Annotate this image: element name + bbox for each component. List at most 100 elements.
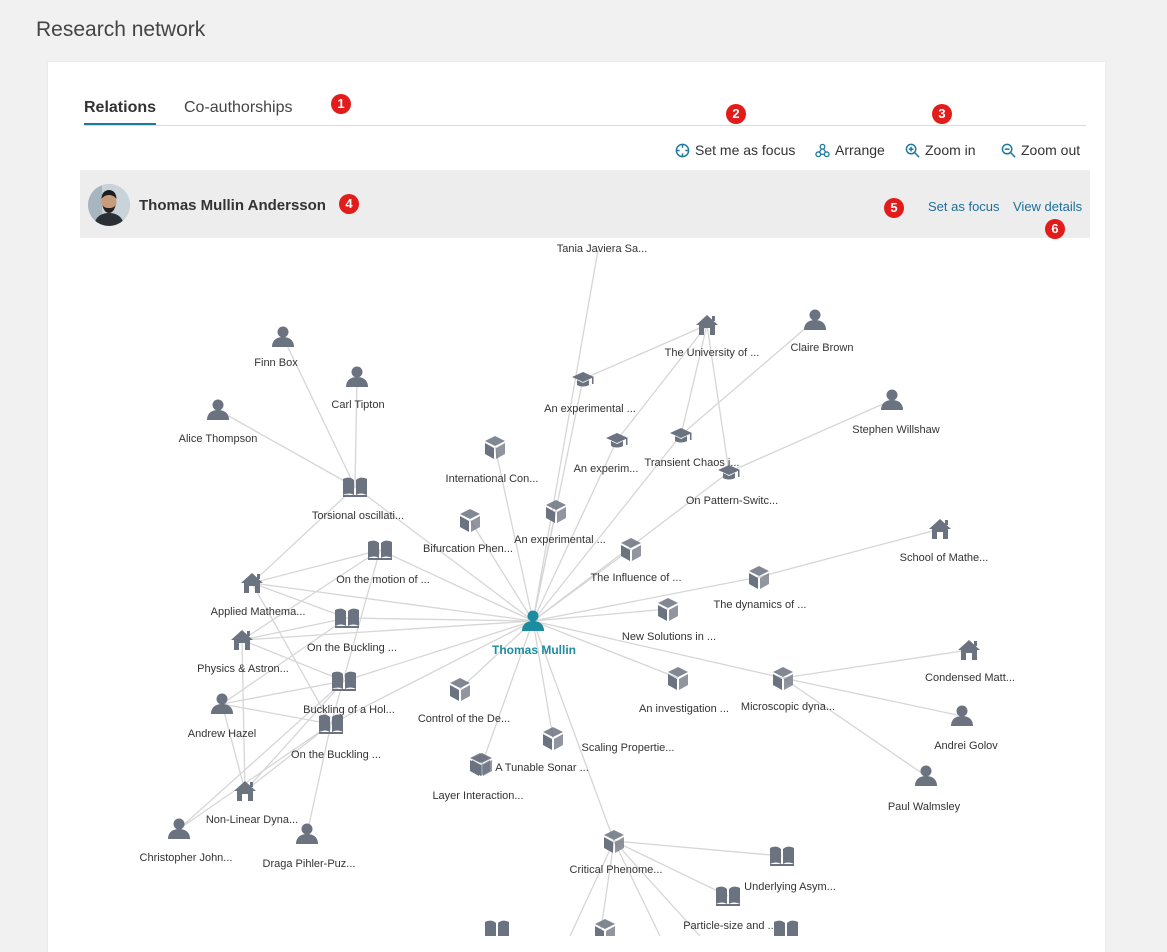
- graph-edge: [532, 510, 557, 622]
- graph-node-label: Paul Walmsley: [888, 801, 961, 813]
- graph-node-label: Andrei Golov: [934, 740, 998, 752]
- graph-edge: [532, 620, 554, 739]
- graph-node-label: Bifurcation Phen...: [423, 543, 513, 555]
- graph-node-label: Alice Thompson: [179, 433, 258, 445]
- graph-node-none[interactable]: Tania Javiera Sa...: [557, 243, 648, 255]
- graph-edge: [217, 409, 356, 488]
- graph-node-project[interactable]: Bifurcation Phen...: [423, 509, 513, 555]
- graph-edge: [354, 376, 358, 488]
- graph-node-label: Tania Javiera Sa...: [557, 243, 648, 255]
- graph-center-label: Thomas Mullin: [492, 643, 576, 657]
- graph-edge: [532, 249, 599, 622]
- graph-node-project[interactable]: International Con...: [446, 436, 539, 485]
- graph-node-person[interactable]: Andrew Hazel: [188, 693, 256, 741]
- graph-node-label: Finn Box: [254, 357, 298, 369]
- graph-node-label: On the Buckling ...: [291, 749, 381, 761]
- graph-node-thesis[interactable]: On Pattern-Switc...: [686, 465, 778, 507]
- graph-node-project[interactable]: An investigation ...: [639, 667, 729, 715]
- graph-node-person[interactable]: Stephen Willshaw: [852, 389, 940, 437]
- graph-node-label: The University of ...: [665, 347, 760, 359]
- graph-node-label: An experimental ...: [514, 534, 606, 546]
- graph-node-label: Control of the De...: [418, 713, 510, 725]
- organisation-icon: [929, 519, 951, 539]
- person-icon: [296, 823, 318, 844]
- graph-node-project[interactable]: Scaling Propertie...: [543, 727, 674, 754]
- graph-node-label: Non-Linear Dyna...: [206, 814, 298, 826]
- graph-node-organisation[interactable]: Applied Mathema...: [211, 573, 306, 618]
- graph-node-project[interactable]: Control of the De...: [418, 678, 510, 725]
- organisation-icon: [234, 781, 256, 801]
- graph-node-label: On the Buckling ...: [307, 642, 397, 654]
- graph-node-person[interactable]: Carl Tipton: [331, 366, 385, 412]
- graph-node-project[interactable]: An experimental ...: [514, 500, 606, 546]
- graph-node-project[interactable]: Critical Phenome...: [570, 830, 663, 876]
- person-icon: [804, 309, 826, 330]
- graph-node-label: Claire Brown: [791, 342, 854, 354]
- graph-node-label: Underlying Asym...: [744, 881, 836, 893]
- person-icon: [272, 326, 294, 347]
- graph-node-book[interactable]: Buckling of a Hol...: [303, 671, 395, 716]
- graph-node-label: School of Mathe...: [900, 552, 989, 564]
- graph-edge: [241, 549, 381, 641]
- book-icon: [774, 920, 798, 936]
- graph-node-book[interactable]: On the Buckling ...: [291, 714, 381, 761]
- graph-node-person[interactable]: Finn Box: [254, 326, 298, 370]
- organisation-icon: [241, 573, 263, 593]
- graph-node-label: An experim...: [574, 463, 639, 475]
- graph-node-label: A Tunable Sonar ...: [495, 762, 589, 774]
- organisation-icon: [958, 640, 980, 660]
- graph-node-label: Physics & Astron...: [197, 663, 289, 675]
- graph-node-label: Layer Interaction...: [432, 790, 523, 802]
- graph-node-person[interactable]: Claire Brown: [791, 309, 854, 355]
- graph-node-project[interactable]: New Solutions in ...: [622, 598, 716, 643]
- graph-node-person[interactable]: Paul Walmsley: [888, 765, 961, 814]
- graph-node-label: Stephen Willshaw: [852, 424, 939, 436]
- graph-node-label: On the motion of ...: [336, 574, 430, 586]
- project-icon: [543, 727, 563, 750]
- graph-node-project[interactable]: Microscopic dyna...: [741, 667, 835, 713]
- graph-node-organisation[interactable]: Physics & Astron...: [197, 630, 289, 675]
- graph-edge: [532, 608, 669, 622]
- graph-node-label: On Pattern-Switc...: [686, 495, 778, 507]
- project-icon: [668, 667, 688, 690]
- thesis-icon: [670, 428, 692, 443]
- graph-node-organisation[interactable]: School of Mathe...: [900, 519, 989, 564]
- graph-edge: [728, 399, 893, 473]
- graph-node-label: Condensed Matt...: [925, 672, 1015, 684]
- graph-node-thesis[interactable]: An experim...: [574, 433, 639, 475]
- person-icon: [207, 399, 229, 420]
- graph-node-label: International Con...: [446, 473, 539, 485]
- graph-node-label: Particle-size and ...: [683, 920, 777, 932]
- network-graph[interactable]: Tania Javiera Sa... The University of ...…: [0, 0, 1167, 936]
- graph-node-label: Microscopic dyna...: [741, 701, 835, 713]
- graph-node-project[interactable]: The dynamics of ...: [714, 566, 807, 611]
- graph-node-book[interactable]: Torsional oscillati...: [312, 477, 404, 522]
- organisation-icon: [696, 315, 718, 335]
- graph-node-label: Buckling of a Hol...: [303, 704, 395, 716]
- graph-node-label: Critical Phenome...: [570, 864, 663, 876]
- graph-node-thesis[interactable]: An experimental ...: [544, 372, 636, 415]
- graph-node-organisation[interactable]: Condensed Matt...: [925, 640, 1015, 684]
- graph-node-label: The dynamics of ...: [714, 599, 807, 611]
- book-icon: [770, 846, 794, 866]
- graph-edge: [221, 703, 246, 792]
- graph-node-organisation[interactable]: Non-Linear Dyna...: [206, 781, 298, 826]
- graph-node-person[interactable]: Alice Thompson: [179, 399, 258, 446]
- graph-node-person[interactable]: Draga Pihler-Puz...: [263, 823, 356, 871]
- person-icon: [881, 389, 903, 410]
- graph-node-book[interactable]: Particle-size and ...: [683, 886, 777, 932]
- graph-node-label: An investigation ...: [639, 703, 729, 715]
- person-icon: [951, 705, 973, 726]
- graph-node-label: Applied Mathema...: [211, 606, 306, 618]
- graph-node-project[interactable]: Layer Interaction...: [432, 753, 524, 802]
- book-icon: [485, 920, 509, 936]
- graph-node-label: Draga Pihler-Puz...: [263, 858, 356, 870]
- graph-node-label: The Influence of ...: [590, 572, 681, 584]
- graph-node-book[interactable]: On the motion of ...: [336, 540, 430, 586]
- person-icon: [346, 366, 368, 387]
- person-icon: [915, 765, 937, 786]
- person-icon: [211, 693, 233, 714]
- graph-edge: [613, 840, 661, 936]
- graph-node-label: Scaling Propertie...: [582, 742, 675, 754]
- graph-node-label: Carl Tipton: [331, 399, 384, 411]
